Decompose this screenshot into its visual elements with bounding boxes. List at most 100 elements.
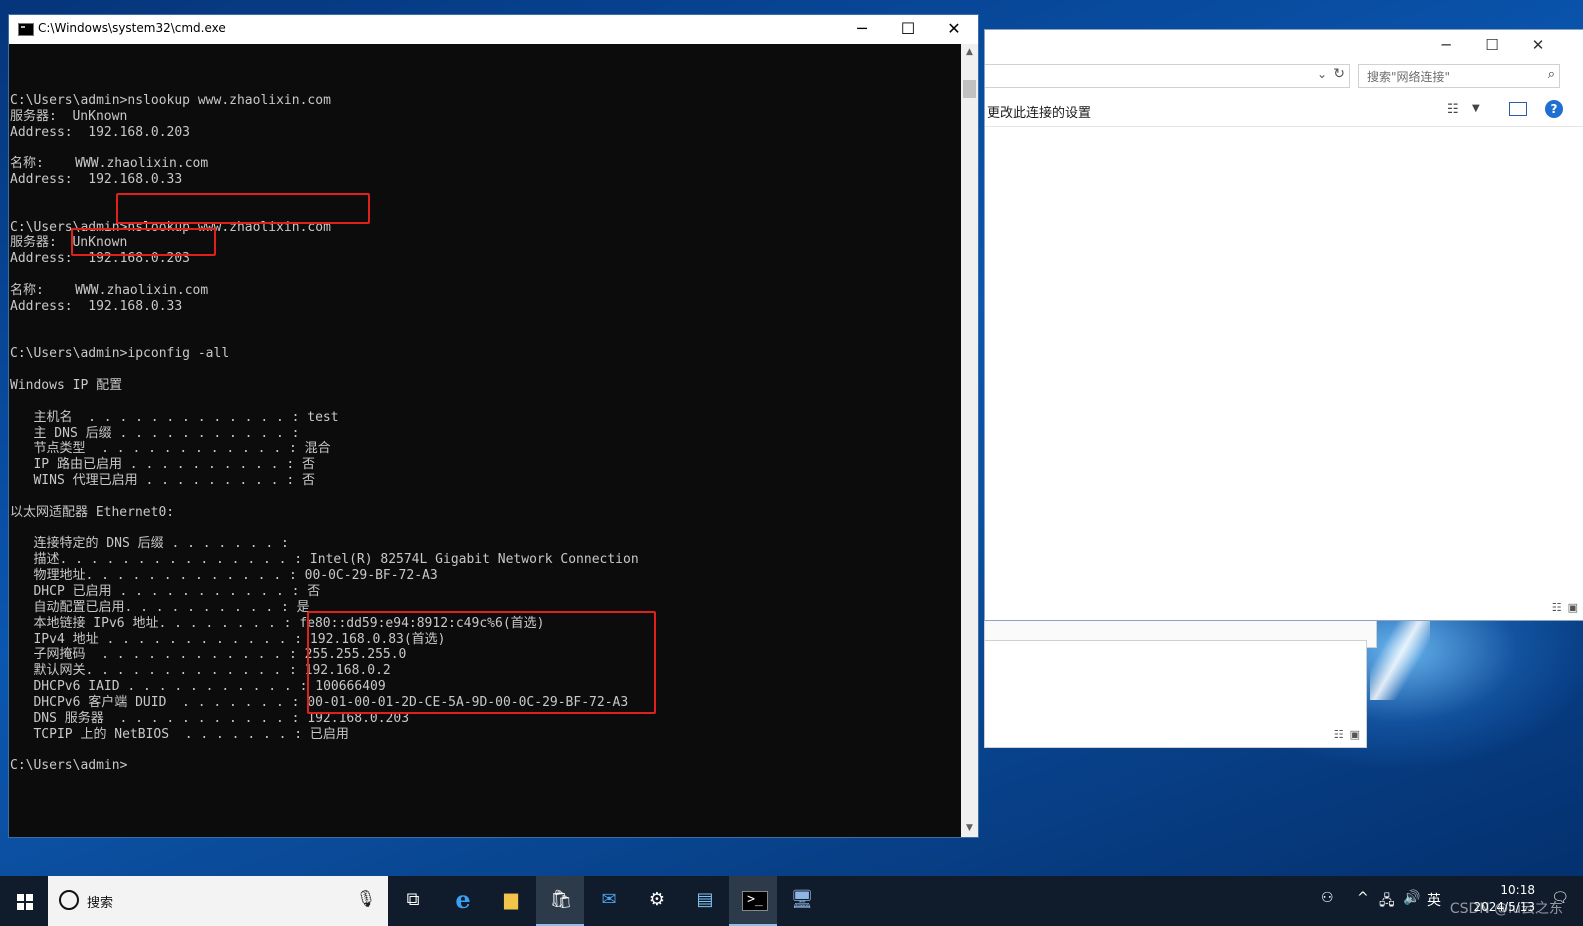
highlight-ipconfig-details	[307, 611, 656, 714]
scroll-thumb[interactable]	[963, 80, 976, 98]
computer-icon: 🖥	[790, 889, 814, 910]
console-line: C:\Users\admin>	[10, 758, 128, 774]
view-toggle-icons[interactable]: ☷ ▣	[1328, 728, 1360, 741]
system-tray: ⚇ ^ 🖧 🔊 英 10:18 2024/5/13 🗨 CSDN @lu云之东	[1313, 876, 1583, 926]
cortana-icon[interactable]	[59, 890, 79, 910]
ime-indicator[interactable]: 英	[1427, 890, 1441, 910]
chevron-up-icon[interactable]: ^	[1357, 890, 1369, 906]
console-line: TCPIP 上的 NetBIOS . . . . . . . : 已启用	[10, 726, 349, 742]
console-line: Address: 192.168.0.33	[10, 172, 183, 188]
console-line: 连接特定的 DNS 后缀 . . . . . . . :	[10, 536, 289, 552]
explorer-command-bar: 更改此连接的设置 ☷ ▼ ?	[985, 96, 1583, 127]
change-view-icon[interactable]: ☷	[1447, 102, 1459, 117]
edge-icon: e	[455, 885, 471, 914]
cmd-window-title: C:\Windows\system32\cmd.exe	[38, 21, 226, 35]
store-button[interactable]: 🛍	[536, 876, 584, 926]
scroll-down-icon[interactable]: ▼	[961, 820, 978, 837]
folder-icon: ▆	[504, 889, 518, 910]
explorer-maximize-button[interactable]: ☐	[1483, 36, 1501, 54]
network-icon[interactable]: 🖧	[1379, 890, 1395, 914]
windows-logo-icon	[17, 894, 33, 910]
cmd-window[interactable]: C:\Windows\system32\cmd.exe ─ ☐ ✕ C:\Use…	[8, 14, 979, 838]
explorer-caption-bar[interactable]: ─ ☐ ✕	[985, 30, 1583, 60]
highlight-nslookup-command	[116, 193, 370, 224]
console-line: 主机名 . . . . . . . . . . . . . : test	[10, 409, 339, 425]
console-line: C:\Users\admin>ipconfig -all	[10, 346, 230, 362]
mail-button[interactable]: ✉	[584, 876, 632, 926]
task-view-button[interactable]: ⧉	[388, 876, 436, 926]
console-line: DHCP 已启用 . . . . . . . . . . . : 否	[10, 584, 321, 599]
start-button[interactable]	[0, 876, 48, 926]
network-connections-window[interactable]: ─ ☐ ✕ ⌄ ↻ 搜索"网络连接" ⌕ 更改此连接的设置 ☷ ▼ ? ☷ ▣	[984, 29, 1583, 621]
refresh-icon[interactable]: ↻	[1333, 66, 1345, 82]
cmd-title-bar[interactable]: C:\Windows\system32\cmd.exe ─ ☐ ✕	[9, 15, 978, 44]
explorer-close-button[interactable]: ✕	[1529, 36, 1547, 54]
console-line: WINS 代理已启用 . . . . . . . . . : 否	[10, 473, 315, 489]
scroll-up-icon[interactable]: ▲	[961, 44, 978, 61]
help-icon[interactable]: ?	[1545, 100, 1563, 118]
remote-desktop-button[interactable]: 🖥	[777, 876, 825, 926]
cmd-minimize-button[interactable]: ─	[839, 15, 885, 44]
clock-time: 10:18	[1500, 883, 1535, 897]
cmd-maximize-button[interactable]: ☐	[885, 15, 931, 44]
console-line: 描述. . . . . . . . . . . . . . . : Intel(…	[10, 552, 639, 568]
mail-icon: ✉	[601, 889, 617, 910]
taskbar-search-box[interactable]: 搜索 🎙	[48, 876, 388, 926]
search-icon[interactable]: ⌕	[1548, 67, 1555, 82]
console-line: 节点类型 . . . . . . . . . . . . : 混合	[10, 441, 331, 457]
wallpaper-light-beam	[1370, 610, 1430, 700]
taskbar-search-text: 搜索	[87, 896, 114, 911]
chevron-down-icon[interactable]: ⌄	[1317, 67, 1327, 81]
preview-pane-icon[interactable]	[1509, 102, 1527, 116]
cmd-taskbar-button[interactable]: >_	[729, 876, 777, 926]
console-line: IP 路由已启用 . . . . . . . . . . : 否	[10, 457, 315, 473]
view-toggle-icons[interactable]: ☷ ▣	[1546, 601, 1578, 614]
search-input[interactable]: 搜索"网络连接" ⌕	[1358, 64, 1560, 88]
console-line: 主 DNS 后缀 . . . . . . . . . . . :	[10, 425, 300, 441]
console-line: C:\Users\admin>nslookup www.zhaolixin.co…	[10, 92, 331, 108]
view-options-chevron-icon[interactable]: ▼	[1472, 103, 1480, 114]
taskbar: 搜索 🎙 ⧉ e ▆ 🛍 ✉ ⚙ ▤ >_ 🖥 ⚇ ^ 🖧 🔊 英 10:18 …	[0, 876, 1583, 926]
console-line: 以太网适配器 Ethernet0:	[10, 504, 175, 520]
explorer-minimize-button[interactable]: ─	[1437, 36, 1455, 54]
task-view-icon: ⧉	[406, 889, 420, 910]
large-icons-view-icon[interactable]: ▣	[1568, 601, 1578, 614]
details-view-icon[interactable]: ☷	[1334, 728, 1344, 741]
people-icon[interactable]: ⚇	[1321, 890, 1334, 906]
console-line: Address: 192.168.0.33	[10, 298, 183, 314]
console-line: 名称: WWW.zhaolixin.com	[10, 282, 209, 298]
explorer-window-back-2[interactable]: ☷ ▣	[984, 640, 1367, 748]
search-placeholder: 搜索"网络连接"	[1367, 70, 1451, 84]
cmd-close-button[interactable]: ✕	[931, 15, 977, 44]
address-bar[interactable]: ⌄ ↻	[985, 64, 1350, 88]
console-line: 服务器: UnKnown	[10, 108, 128, 124]
gear-icon: ⚙	[648, 889, 666, 910]
volume-icon[interactable]: 🔊	[1403, 890, 1420, 906]
large-icons-view-icon[interactable]: ▣	[1350, 728, 1360, 741]
csdn-watermark: CSDN @lu云之东	[1449, 901, 1563, 917]
details-view-icon[interactable]: ☷	[1552, 601, 1562, 614]
console-line: 物理地址. . . . . . . . . . . . . : 00-0C-29…	[10, 568, 438, 584]
store-icon: 🛍	[549, 889, 573, 910]
console-output[interactable]: C:\Users\admin>nslookup www.zhaolixin.co…	[9, 44, 961, 837]
network-connections-taskbar-button[interactable]: ▤	[680, 876, 728, 926]
settings-button[interactable]: ⚙	[632, 876, 680, 926]
control-panel-icon: ▤	[696, 889, 714, 910]
edge-button[interactable]: e	[438, 876, 486, 926]
cmd-app-icon	[18, 23, 34, 36]
console-line: Address: 192.168.0.203	[10, 124, 191, 140]
microphone-icon[interactable]: 🎙	[356, 889, 376, 908]
change-connection-settings-button[interactable]: 更改此连接的设置	[987, 102, 1091, 121]
highlight-dns-server-address	[71, 228, 216, 256]
file-explorer-button[interactable]: ▆	[486, 876, 534, 926]
cmd-scrollbar[interactable]: ▲ ▼	[961, 44, 978, 837]
